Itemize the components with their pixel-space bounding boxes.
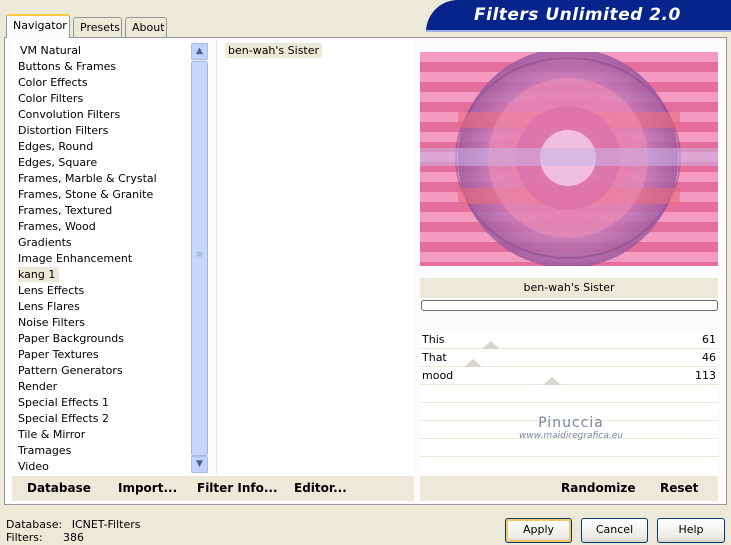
param-value: 46 xyxy=(702,351,716,364)
watermark: Pinuccia www.maidiregrafica.eu xyxy=(426,415,716,441)
category-item[interactable]: Paper Textures xyxy=(18,347,99,362)
param-label: That xyxy=(422,351,447,364)
category-item[interactable]: Convolution Filters xyxy=(18,107,120,122)
category-item[interactable]: Noise Filters xyxy=(18,315,85,330)
category-item[interactable]: Tile & Mirror xyxy=(18,427,85,442)
category-item[interactable]: Lens Flares xyxy=(18,299,80,314)
scroll-thumb[interactable]: ≡ xyxy=(191,61,208,456)
param-row-empty xyxy=(420,385,718,403)
category-item[interactable]: Special Effects 1 xyxy=(18,395,109,410)
progress-bar xyxy=(421,300,718,311)
status-database-value: ICNET-Filters xyxy=(71,518,141,531)
preview-toolbar: Randomize Reset xyxy=(420,476,718,501)
category-item[interactable]: kang 1 xyxy=(18,267,60,282)
category-item[interactable]: VM Natural xyxy=(20,43,81,58)
category-item[interactable]: Buttons & Frames xyxy=(18,59,116,74)
app-title: Filters Unlimited 2.0 xyxy=(474,5,681,25)
status-database: Database: ICNET-Filters xyxy=(6,518,140,531)
scroll-up-button[interactable]: ▲ xyxy=(191,43,208,60)
status-filters-value: 386 xyxy=(63,531,84,544)
apply-button[interactable]: Apply xyxy=(505,518,572,543)
category-item[interactable]: Tramages xyxy=(18,443,71,458)
filter-list[interactable]: ben-wah's Sister xyxy=(216,40,414,474)
grip-icon: ≡ xyxy=(195,250,204,260)
param-label: mood xyxy=(422,369,454,382)
help-button[interactable]: Help xyxy=(657,518,725,543)
chevron-down-icon: ▼ xyxy=(196,459,203,469)
tab-about-label: About xyxy=(132,21,165,34)
category-list[interactable]: VM Natural Buttons & Frames Color Effects C… xyxy=(12,40,192,474)
param-label: This xyxy=(422,333,445,346)
slider-thumb[interactable] xyxy=(543,377,561,385)
preview-filter-name: ben-wah's Sister xyxy=(420,278,718,298)
watermark-url: www.maidiregrafica.eu xyxy=(519,431,623,441)
category-item[interactable]: Gradients xyxy=(18,235,72,250)
parameter-panel: This 61 That 46 mood 113 xyxy=(420,331,718,475)
param-row-empty xyxy=(420,457,718,475)
category-item[interactable]: Frames, Stone & Granite xyxy=(18,187,153,202)
randomize-button[interactable]: Randomize xyxy=(561,481,635,495)
category-item[interactable]: Frames, Textured xyxy=(18,203,112,218)
list-item[interactable]: ben-wah's Sister xyxy=(225,43,323,58)
param-value: 61 xyxy=(702,333,716,346)
category-item[interactable]: Render xyxy=(18,379,57,394)
param-value: 113 xyxy=(695,369,716,382)
watermark-name: Pinuccia xyxy=(538,415,604,431)
category-scrollbar[interactable]: ▲ ≡ ▼ xyxy=(191,43,208,473)
scroll-down-button[interactable]: ▼ xyxy=(191,456,208,473)
category-item[interactable]: Image Enhancement xyxy=(18,251,132,266)
tab-presets-label: Presets xyxy=(80,21,121,34)
chevron-up-icon: ▲ xyxy=(196,46,203,56)
param-row-empty xyxy=(420,439,718,457)
category-item[interactable]: Edges, Square xyxy=(18,155,97,170)
filter-info-button[interactable]: Filter Info... xyxy=(197,481,278,495)
category-item[interactable]: Lens Effects xyxy=(18,283,84,298)
reset-button[interactable]: Reset xyxy=(660,481,698,495)
cancel-button[interactable]: Cancel xyxy=(581,518,648,543)
category-item[interactable]: Edges, Round xyxy=(18,139,93,154)
category-item[interactable]: Video xyxy=(18,459,49,474)
param-row-this[interactable]: This 61 xyxy=(420,331,718,349)
slider-thumb[interactable] xyxy=(482,341,500,349)
category-item[interactable]: Color Effects xyxy=(18,75,88,90)
editor-button[interactable]: Editor... xyxy=(294,481,347,495)
category-item[interactable]: Frames, Marble & Crystal xyxy=(18,171,157,186)
status-database-label: Database: xyxy=(6,518,63,531)
category-item[interactable]: Distortion Filters xyxy=(18,123,108,138)
category-item[interactable]: Paper Backgrounds xyxy=(18,331,124,346)
category-item[interactable]: Color Filters xyxy=(18,91,83,106)
category-item[interactable]: Frames, Wood xyxy=(18,219,96,234)
category-item[interactable]: Special Effects 2 xyxy=(18,411,109,426)
param-row-mood[interactable]: mood 113 xyxy=(420,367,718,385)
navigator-toolbar: Database Import... Filter Info... Editor… xyxy=(12,476,414,501)
tab-navigator-label: Navigator xyxy=(13,19,67,32)
import-button[interactable]: Import... xyxy=(118,481,177,495)
preview-image xyxy=(420,52,718,266)
slider-thumb[interactable] xyxy=(464,359,482,367)
status-filters: Filters: 386 xyxy=(6,531,84,544)
tab-presets[interactable]: Presets xyxy=(73,17,122,37)
category-item[interactable]: Pattern Generators xyxy=(18,363,123,378)
status-filters-label: Filters: xyxy=(6,531,43,544)
database-button[interactable]: Database xyxy=(27,481,91,495)
tab-about[interactable]: About xyxy=(125,17,167,37)
param-row-that[interactable]: That 46 xyxy=(420,349,718,367)
tab-navigator[interactable]: Navigator xyxy=(6,14,70,38)
